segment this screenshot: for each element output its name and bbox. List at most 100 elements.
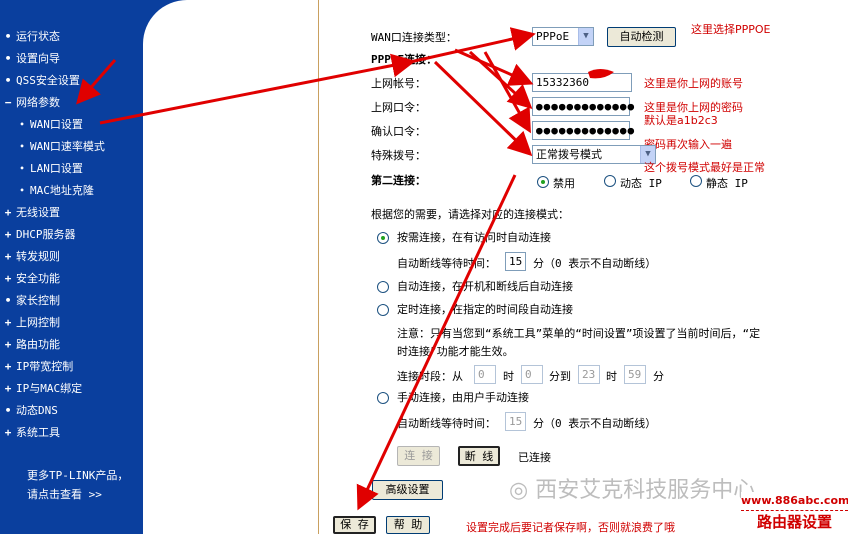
expand-icon: + [4,227,12,241]
expand-icon: + [4,359,12,373]
special-dial-select[interactable]: 正常拨号模式 ▼ [532,145,656,164]
sidebar-item[interactable]: + DHCP服务器 [0,224,76,244]
sidebar-item[interactable]: + 安全功能 [0,268,60,288]
promo-line-1[interactable]: 更多TP-LINK产品， [27,467,128,483]
sidebar-item[interactable]: + 系统工具 [0,422,60,442]
account-value: 15332360 [536,76,589,89]
mode-timed-radio[interactable] [377,304,389,316]
period-to-hour-input[interactable]: 23 [578,365,600,384]
annotation-dial: 这个拨号模式最好是正常 [644,161,765,174]
special-dial-value: 正常拨号模式 [536,148,602,161]
password-input[interactable]: ●●●●●●●●●●●●● [532,97,634,116]
expand-icon: + [4,315,12,329]
sidebar-item[interactable]: + IP带宽控制 [0,356,74,376]
sidebar-item[interactable]: • QSS安全设置 [0,70,80,90]
help-button[interactable]: 帮 助 [386,516,430,534]
sidebar-item-label: IP与MAC绑定 [16,382,83,395]
special-dial-label: 特殊拨号： [371,149,426,162]
sidebar-item-label: WAN口设置 [30,118,83,131]
chevron-down-icon: ▼ [578,28,593,45]
sidebar-item-label: IP带宽控制 [16,360,74,373]
mode-on-demand-radio[interactable] [377,232,389,244]
sidebar-item[interactable]: • 运行状态 [0,26,60,46]
watermark-text: ◎ 西安艾克科技服务中心 [509,472,755,504]
bullet-icon: • [19,163,25,173]
sidebar-item[interactable]: + 路由功能 [0,334,60,354]
connection-status: 已连接 [518,451,551,464]
promo-line-2[interactable]: 请点击查看 >> [27,486,102,502]
bullet-icon: • [4,51,12,65]
expand-icon: + [4,271,12,285]
idle-time-value-2: 15 [509,415,523,428]
idle-time-input[interactable]: 15 [505,252,526,271]
wechat-icon: ◎ [509,478,529,503]
period-to-min-input[interactable]: 59 [624,365,646,384]
bullet-icon: • [4,73,12,87]
sidebar-item[interactable]: • 家长控制 [0,290,60,310]
annotation-save: 设置完成后要记者保存啊，否则就浪费了哦 [466,521,675,534]
expand-icon: + [4,381,12,395]
sidebar-item[interactable]: • 设置向导 [0,48,60,68]
bullet-icon: • [4,403,12,417]
sidebar-item[interactable]: • 动态DNS [0,400,58,420]
idle-label-2: 自动断线等待时间： [397,417,496,430]
sidebar-item[interactable]: • WAN口速率模式 [0,136,105,156]
sidebar-item[interactable]: + 上网控制 [0,312,60,332]
min-label: 分 [653,370,664,383]
sidebar-item[interactable]: • WAN口设置 [0,114,83,134]
sidebar-item[interactable]: • MAC地址克隆 [0,180,94,200]
sidebar-item-label: DHCP服务器 [16,228,76,241]
hour-label-2: 时 [606,370,617,383]
sidebar-item-label: WAN口速率模式 [30,140,105,153]
sidebar-item-label: 系统工具 [16,426,60,439]
bullet-icon: • [19,141,25,151]
expand-icon: + [4,249,12,263]
mode-on-demand-label: 按需连接，在有访问时自动连接 [397,231,551,244]
secondary-label: 第二连接： [371,174,426,187]
sidebar-item[interactable]: + IP与MAC绑定 [0,378,82,398]
wan-type-label: WAN口连接类型： [371,31,457,44]
wan-type-select[interactable]: PPPoE ▼ [532,27,594,46]
idle-time-input-2[interactable]: 15 [505,412,526,431]
period-from-min-value: 0 [525,368,532,381]
sidebar-item[interactable]: • LAN口设置 [0,158,83,178]
wan-type-value: PPPoE [536,30,570,43]
sidebar-item-label: LAN口设置 [30,162,83,175]
expand-icon: + [4,337,12,351]
account-input[interactable]: 15332360 [532,73,632,92]
sidebar-item-label: 设置向导 [16,52,60,65]
sidebar-item[interactable]: + 转发规则 [0,246,60,266]
pppoe-heading: PPPoE连接： [371,53,438,66]
sidebar-curve [143,0,318,534]
sidebar-item-label: 无线设置 [16,206,60,219]
watermark-url: www.886abc.com [741,492,848,509]
watermark-router-text: 路由器设置 [741,510,848,532]
collapse-icon: − [4,95,12,109]
sidebar-item-label: 上网控制 [16,316,60,329]
secondary-disabled-radio[interactable] [537,176,549,188]
confirm-password-input[interactable]: ●●●●●●●●●●●●● [532,121,634,140]
secondary-static-radio[interactable] [690,175,702,187]
disconnect-button[interactable]: 断 线 [458,446,500,466]
period-from-hour-input[interactable]: 0 [474,365,496,384]
bullet-icon: • [4,293,12,307]
sidebar-item[interactable]: − 网络参数 [0,92,60,112]
expand-icon: + [4,205,12,219]
sidebar-item[interactable]: + 无线设置 [0,202,60,222]
confirm-label: 确认口令： [371,125,426,138]
secondary-dynamic-radio[interactable] [604,175,616,187]
auto-detect-button[interactable]: 自动检测 [607,27,676,47]
period-label: 连接时段：从 [397,370,463,383]
save-button[interactable]: 保 存 [333,516,376,534]
advanced-settings-button[interactable]: 高级设置 [372,480,443,500]
period-to-min-value: 59 [628,368,642,381]
watermark-label: 西安艾克科技服务中心 [535,478,756,503]
annotation-password-2: 默认是a1b2c3 [644,114,718,127]
connect-button[interactable]: 连 接 [397,446,440,466]
mode-timed-label: 定时连接，在指定的时间段自动连接 [397,303,573,316]
idle-time-value: 15 [509,255,523,268]
mode-auto-radio[interactable] [377,281,389,293]
mode-manual-radio[interactable] [377,392,389,404]
annotation-choose-pppoe: 这里选择PPPOE [691,23,771,36]
period-from-min-input[interactable]: 0 [521,365,543,384]
